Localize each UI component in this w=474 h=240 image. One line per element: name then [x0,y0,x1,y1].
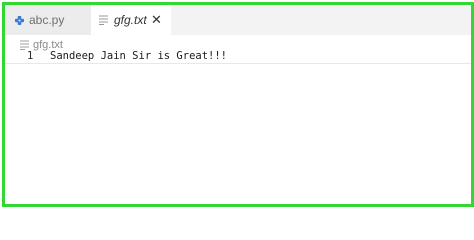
python-file-icon [15,15,24,25]
tab-gfg-txt[interactable]: gfg.txt ✕ [91,5,171,35]
tab-label: gfg.txt [114,13,147,27]
text-file-icon [99,15,108,25]
close-icon[interactable]: ✕ [150,13,163,26]
tab-abc-py[interactable]: abc.py [5,5,91,35]
line-content[interactable]: Sandeep Jain Sir is Great!!! [50,50,227,62]
line-number: 1 [27,50,34,62]
editor-window: abc.py gfg.txt ✕ gfg.txt 1 Sandeep Jain … [2,2,474,207]
tab-label: abc.py [29,13,65,27]
editor-line[interactable]: 1 Sandeep Jain Sir is Great!!! [5,49,471,64]
tab-bar: abc.py gfg.txt ✕ [5,5,471,35]
